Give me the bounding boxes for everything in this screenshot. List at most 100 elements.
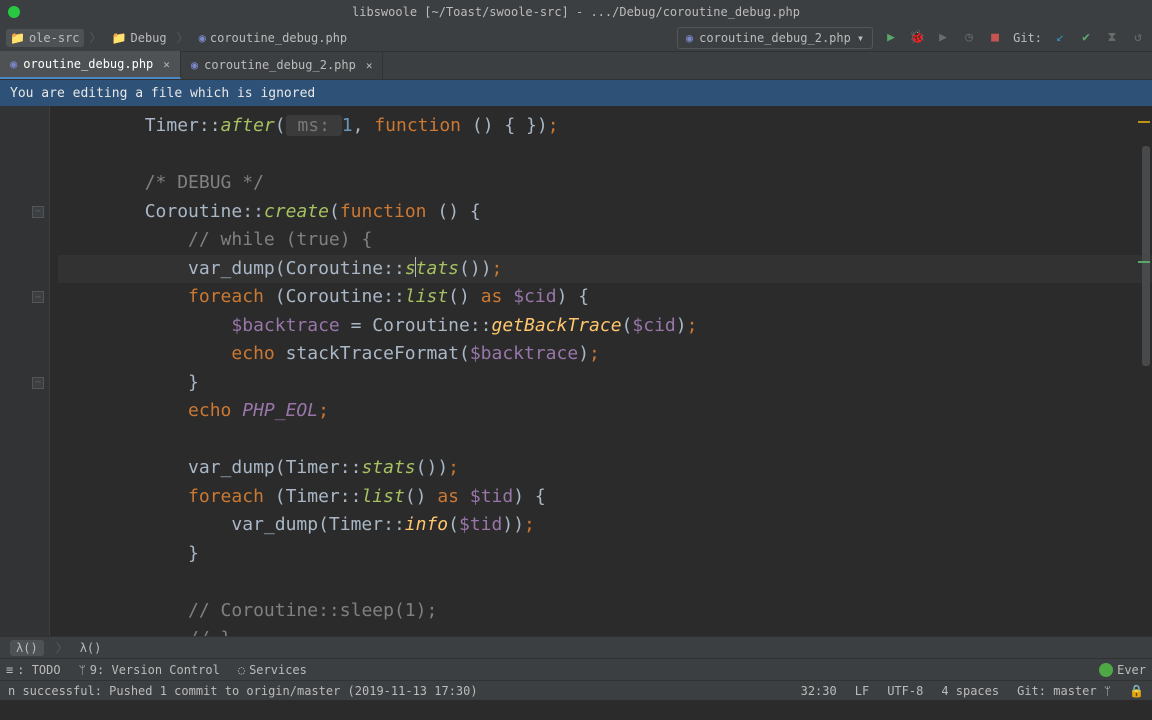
run-config-selector[interactable]: ◉ coroutine_debug_2.php ▾ xyxy=(677,27,873,49)
maximize-icon[interactable] xyxy=(8,6,20,18)
breadcrumb-item[interactable]: ◉coroutine_debug.php xyxy=(195,29,352,47)
code-line[interactable]: var_dump(Timer::stats()); xyxy=(58,454,1152,483)
window-title: libswoole [~/Toast/swoole-src] - .../Deb… xyxy=(0,5,1152,19)
services-tool-window[interactable]: ◌ Services xyxy=(238,663,307,677)
code-line[interactable]: foreach (Coroutine::list() as $cid) { xyxy=(58,283,1152,312)
editor-tab[interactable]: ◉coroutine_debug_2.php✕ xyxy=(181,51,384,79)
stop-button[interactable]: ■ xyxy=(987,30,1003,46)
line-separator[interactable]: LF xyxy=(855,684,869,698)
code-token: :: xyxy=(383,514,405,535)
evernote-label: Ever xyxy=(1117,663,1146,677)
fold-icon[interactable]: − xyxy=(32,291,44,303)
evernote-widget[interactable]: Ever xyxy=(1099,663,1146,677)
code-area[interactable]: Timer::after( ms: 1, function () { }); /… xyxy=(50,106,1152,636)
code-line[interactable]: $backtrace = Coroutine::getBackTrace($ci… xyxy=(58,312,1152,341)
code-token: list xyxy=(405,286,448,307)
code-line[interactable]: Timer::after( ms: 1, function () { }); xyxy=(58,112,1152,141)
breadcrumb-item[interactable]: 📁 ole-src xyxy=(6,29,84,47)
chevron-down-icon: ▾ xyxy=(857,31,864,45)
toolbar-right: ◉ coroutine_debug_2.php ▾ ▶ 🐞 ▶ ◷ ■ Git:… xyxy=(677,27,1146,49)
code-token: var_dump(Timer xyxy=(188,457,340,478)
code-line[interactable]: var_dump(Timer::info($tid)); xyxy=(58,511,1152,540)
code-line[interactable]: Coroutine::create(function () { xyxy=(58,198,1152,227)
code-token xyxy=(58,343,231,364)
code-token: ; xyxy=(318,400,329,421)
code-line[interactable]: } xyxy=(58,540,1152,569)
breadcrumb-item[interactable]: 📁Debug xyxy=(108,29,171,47)
code-token: () { }) xyxy=(461,115,548,136)
code-line[interactable]: /* DEBUG */ xyxy=(58,169,1152,198)
vcs-rollback-button[interactable]: ↺ xyxy=(1130,30,1146,46)
code-token: Timer xyxy=(145,115,199,136)
code-token: :: xyxy=(470,315,492,336)
run-button[interactable]: ▶ xyxy=(883,30,899,46)
code-line[interactable] xyxy=(58,568,1152,597)
version-control-tool-window[interactable]: ᛘ 9: Version Control xyxy=(79,663,220,677)
vcs-history-button[interactable]: ⧗ xyxy=(1104,30,1120,46)
code-token: // } xyxy=(188,628,231,636)
profile-button[interactable]: ◷ xyxy=(961,30,977,46)
code-line[interactable]: echo stackTraceFormat($backtrace); xyxy=(58,340,1152,369)
code-line[interactable]: // } xyxy=(58,625,1152,636)
scrollbar[interactable] xyxy=(1138,106,1150,636)
code-line[interactable]: echo PHP_EOL; xyxy=(58,397,1152,426)
file-encoding[interactable]: UTF-8 xyxy=(887,684,923,698)
breadcrumb-label: ole-src xyxy=(29,31,80,45)
code-line[interactable] xyxy=(58,426,1152,455)
fold-end-icon[interactable]: − xyxy=(32,377,44,389)
code-token: = Coroutine xyxy=(340,315,470,336)
code-token: , xyxy=(353,115,375,136)
code-token xyxy=(58,172,145,193)
code-token: } xyxy=(58,543,199,564)
code-token: stats xyxy=(361,457,415,478)
code-token: ; xyxy=(589,343,600,364)
vcs-commit-button[interactable]: ✔ xyxy=(1078,30,1094,46)
scrollbar-thumb[interactable] xyxy=(1142,146,1150,366)
lock-icon[interactable]: 🔒 xyxy=(1129,684,1144,698)
code-token: $backtrace xyxy=(470,343,578,364)
scrollbar-mark[interactable] xyxy=(1138,261,1150,263)
git-branch[interactable]: Git: master ᛘ xyxy=(1017,684,1111,698)
window-controls[interactable] xyxy=(8,6,20,18)
gutter[interactable]: − − − xyxy=(0,106,50,636)
code-token: // Coroutine::sleep(1); xyxy=(188,600,437,621)
code-token: ) { xyxy=(557,286,590,307)
scrollbar-mark[interactable] xyxy=(1138,121,1150,123)
code-line[interactable]: // while (true) { xyxy=(58,226,1152,255)
debug-button[interactable]: 🐞 xyxy=(909,30,925,46)
todo-label: : TODO xyxy=(17,663,60,677)
vcs-update-button[interactable]: ↙ xyxy=(1052,30,1068,46)
structure-crumb[interactable]: λ() xyxy=(10,640,44,656)
editor-tab[interactable]: ◉oroutine_debug.php✕ xyxy=(0,51,181,79)
code-token: :: xyxy=(199,115,221,136)
code-line[interactable]: } xyxy=(58,369,1152,398)
fold-icon[interactable]: − xyxy=(32,206,44,218)
code-token: ( xyxy=(622,315,633,336)
close-icon[interactable]: ✕ xyxy=(163,58,170,71)
code-token: var_dump(Corou xyxy=(188,258,340,279)
close-icon[interactable]: ✕ xyxy=(366,59,373,72)
run-coverage-button[interactable]: ▶ xyxy=(935,30,951,46)
code-line[interactable]: foreach (Timer::list() as $tid) { xyxy=(58,483,1152,512)
editor[interactable]: −−− Timer::after( ms: 1, function () { }… xyxy=(0,106,1152,636)
code-token: /* DEBUG */ xyxy=(145,172,264,193)
code-line[interactable] xyxy=(58,141,1152,170)
vcs-label: 9: Version Control xyxy=(90,663,220,677)
php-icon: ◉ xyxy=(199,31,206,45)
code-line[interactable]: var_dump(Coroutine::stats()); xyxy=(58,255,1152,284)
todo-tool-window[interactable]: ≡ : TODO xyxy=(6,663,61,677)
folder-icon: 📁 xyxy=(10,31,25,45)
structure-crumb[interactable]: λ() xyxy=(80,641,102,655)
indent-settings[interactable]: 4 spaces xyxy=(941,684,999,698)
structure-breadcrumbs[interactable]: λ()〉λ() xyxy=(0,636,1152,658)
code-token: Coroutine xyxy=(145,201,243,222)
code-line[interactable]: // Coroutine::sleep(1); xyxy=(58,597,1152,626)
code-token: ( xyxy=(329,201,340,222)
code-token xyxy=(58,600,188,621)
code-token: t xyxy=(340,258,351,279)
caret-position[interactable]: 32:30 xyxy=(801,684,837,698)
code-token: after xyxy=(221,115,275,136)
run-config-label: coroutine_debug_2.php xyxy=(699,31,851,45)
code-token: ( xyxy=(275,115,286,136)
php-icon: ◉ xyxy=(10,57,17,71)
